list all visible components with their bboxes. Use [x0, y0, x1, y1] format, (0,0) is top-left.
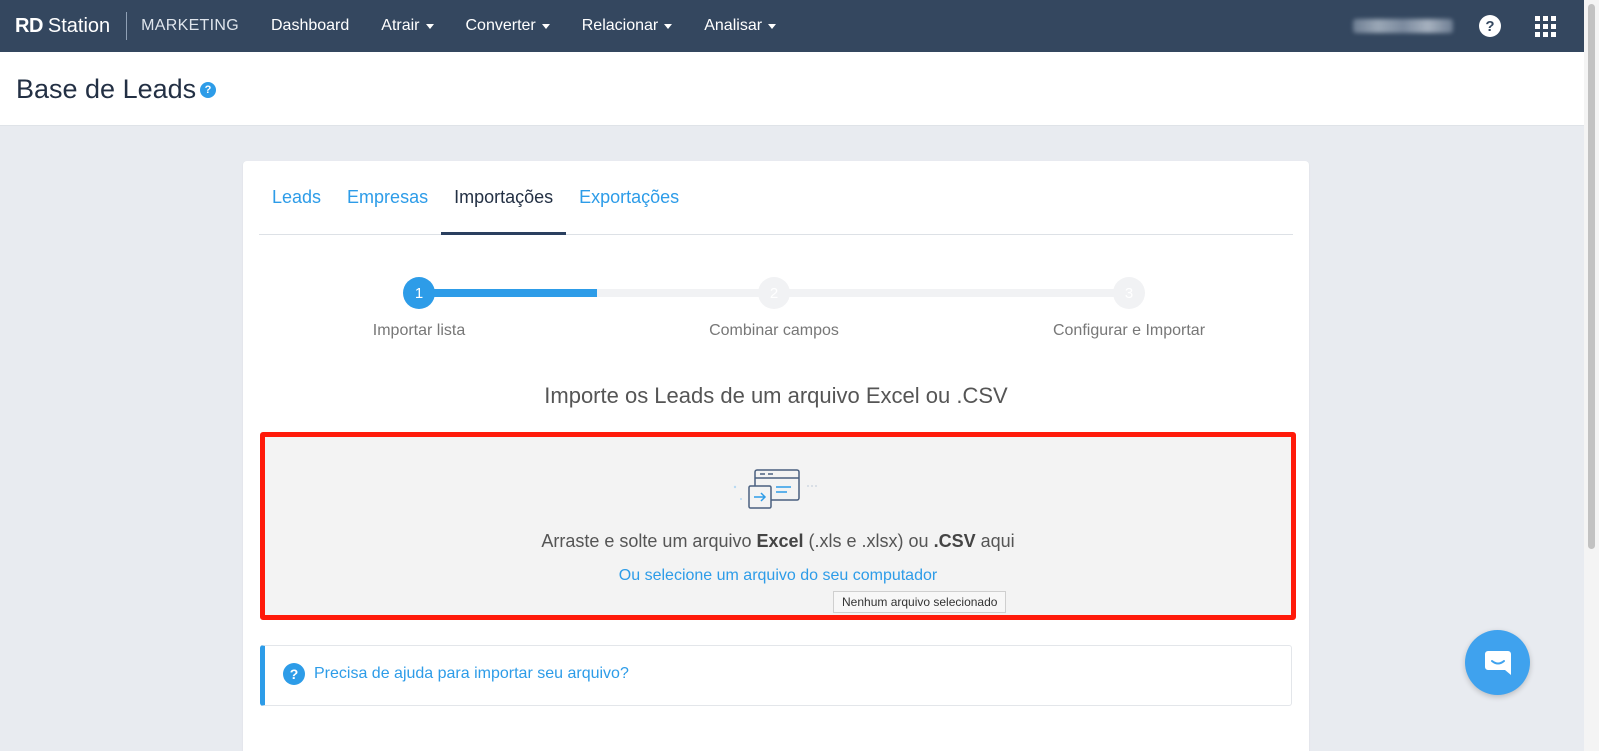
chat-widget-button[interactable]	[1465, 630, 1530, 695]
caret-down-icon	[541, 23, 550, 29]
top-navbar: RD Station MARKETING Dashboard Atrair Co…	[0, 0, 1584, 52]
page-title: Base de Leads	[16, 74, 197, 104]
brand-product: MARKETING	[141, 17, 239, 34]
caret-down-icon	[664, 23, 673, 29]
brand-rd: RD	[15, 14, 43, 37]
step-1-circle: 1	[403, 277, 435, 309]
menu-converter-label: Converter	[465, 17, 536, 34]
page-scrollbar[interactable]	[1584, 0, 1599, 751]
tab-exportacoes[interactable]: Exportações	[566, 161, 692, 235]
step-2-label: Combinar campos	[709, 322, 839, 339]
caret-down-icon	[768, 23, 777, 29]
stepper: 1 2 3 Importar lista Combinar campos Con…	[243, 276, 1309, 346]
question-circle-icon[interactable]: ?	[1479, 15, 1501, 37]
main-menu: Dashboard Atrair Converter Relacionar An…	[255, 0, 792, 52]
file-tooltip: Nenhum arquivo selecionado	[833, 591, 1007, 613]
help-import-link[interactable]: Precisa de ajuda para importar seu arqui…	[314, 665, 629, 683]
menu-atrair-label: Atrair	[381, 17, 420, 34]
caret-down-icon	[425, 23, 434, 29]
help-callout: ? Precisa de ajuda para importar seu arq…	[260, 645, 1292, 706]
brand-station: Station	[47, 14, 111, 37]
menu-analisar[interactable]: Analisar	[688, 0, 792, 52]
nav-right: ?	[1353, 0, 1584, 52]
menu-dashboard[interactable]: Dashboard	[255, 0, 365, 52]
menu-relacionar-label: Relacionar	[581, 17, 659, 34]
tab-empresas[interactable]: Empresas	[334, 161, 441, 235]
step-1-label: Importar lista	[372, 322, 466, 339]
step-2-circle: 2	[758, 277, 790, 309]
drop-instructions: Arraste e solte um arquivo Excel (.xls e…	[541, 531, 1015, 551]
brand-divider	[126, 12, 128, 40]
brand-logo[interactable]: RD Station MARKETING	[0, 0, 239, 52]
stepper-progress	[419, 289, 597, 297]
tab-leads[interactable]: Leads	[259, 161, 334, 235]
menu-dashboard-label: Dashboard	[270, 17, 350, 34]
menu-converter[interactable]: Converter	[450, 0, 566, 52]
tabs: Leads Empresas Importações Exportações	[259, 161, 1293, 235]
apps-grid-icon[interactable]	[1535, 15, 1556, 37]
chat-bubble-icon	[1484, 650, 1511, 675]
page-header: Base de Leads ?	[0, 52, 1584, 126]
menu-relacionar[interactable]: Relacionar	[566, 0, 688, 52]
tab-importacoes[interactable]: Importações	[441, 161, 567, 235]
title-help-icon[interactable]: ?	[200, 82, 216, 98]
step-3-label: Configurar e Importar	[1052, 322, 1206, 339]
select-file-link[interactable]: Ou selecione um arquivo do seu computado…	[265, 567, 1291, 585]
scrollbar-thumb[interactable]	[1588, 4, 1595, 549]
user-account-menu[interactable]	[1353, 19, 1453, 33]
import-card: Leads Empresas Importações Exportações 1…	[243, 161, 1309, 751]
file-dropzone[interactable]: Arraste e solte um arquivo Excel (.xls e…	[260, 432, 1296, 620]
question-circle-icon: ?	[283, 663, 305, 685]
import-title: Importe os Leads de um arquivo Excel ou …	[544, 383, 1008, 408]
file-import-icon	[733, 469, 819, 509]
menu-analisar-label: Analisar	[704, 17, 763, 34]
menu-atrair[interactable]: Atrair	[365, 0, 449, 52]
step-3-circle: 3	[1113, 277, 1145, 309]
